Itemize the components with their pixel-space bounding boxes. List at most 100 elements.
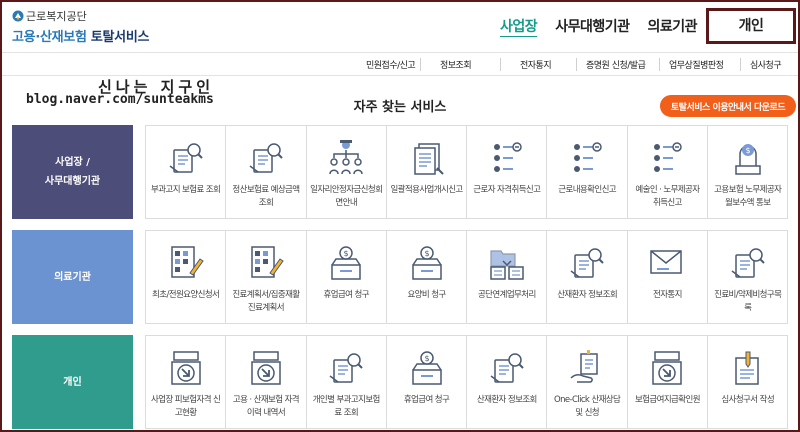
top-nav-personal[interactable]: 개인 <box>706 8 796 44</box>
service-tile-label: 산재환자 정보조회 <box>476 395 537 405</box>
svg-text:$: $ <box>745 146 750 155</box>
service-tile-label: 보험급여지급확인원 <box>634 395 701 405</box>
service-tile[interactable]: 부과고지 보험료 조회 <box>145 125 227 219</box>
service-tile[interactable]: $ 요양비 청구 <box>385 230 468 324</box>
document-search-icon <box>329 353 363 383</box>
service-tile-label: One-Click 산재상담 및 신청 <box>554 395 621 418</box>
category-personal: 개인 <box>12 335 133 429</box>
service-tile[interactable]: 일자리안정자금신청회면안내 <box>305 125 387 219</box>
document-search-icon <box>169 143 203 173</box>
service-tile-label: 부과고지 보험료 조회 <box>151 185 221 195</box>
watermark-url: blog.naver.com/sunteakms <box>26 92 214 107</box>
service-tile[interactable]: One-Click 산재상담 및 신청 <box>546 335 628 429</box>
service-tile[interactable]: 공단연계업무처리 <box>466 230 548 324</box>
money-box-icon: $ <box>331 246 361 280</box>
document-stack-icon <box>413 143 444 175</box>
service-tile-label: 진료계획서/집중재활진료계획서 <box>232 290 300 313</box>
subnav-divider <box>740 58 741 71</box>
service-tile[interactable]: $ 고용보험 노무제공자 월보수액 통보 <box>707 125 789 219</box>
subnav-review-claim[interactable]: 심사청구 <box>750 58 782 71</box>
service-row-medical: 의료기관 최초/전원요양신청서 진료계획서/집중재활진료계획서 $ 휴업급여 청구 $ 요… <box>12 230 798 324</box>
service-tile[interactable]: $ 휴업급여 청구 <box>305 230 387 324</box>
guide-download-button[interactable]: 토탈서비스 이용안내서 다운로드 <box>660 95 796 117</box>
hand-document-icon <box>570 350 598 383</box>
comwel-logo-icon <box>12 10 24 22</box>
service-tile-label: 최초/전원요양신청서 <box>152 290 220 300</box>
top-nav-agency[interactable]: 사무대행기관 <box>546 16 638 36</box>
service-grid: 부과고지 보험료 조회 정산보험료 예상금액 조회 일자리안정자금신청회면안내 일괄적… <box>145 125 789 219</box>
svg-text:$: $ <box>424 354 429 363</box>
service-tile[interactable]: 사업장 피보험자격 신고현황 <box>145 335 227 429</box>
org-name: 근로복지공단 <box>26 10 87 23</box>
service-tile[interactable]: 근로내용확인신고 <box>546 125 628 219</box>
lock-payment-icon: $ <box>734 144 761 175</box>
service-tile-label: 고용 · 산재보험 자격 이력 내역서 <box>232 395 300 418</box>
service-grid: 최초/전원요양신청서 진료계획서/집중재활진료계획서 $ 휴업급여 청구 $ 요양비 청구… <box>145 230 789 324</box>
service-row-personal: 개인 사업장 피보험자격 신고현황 고용 · 산재보험 자격 이력 내역서 개인별 … <box>12 335 798 429</box>
document-search-icon <box>490 353 524 383</box>
service-tile-label: 전자통지 <box>652 290 682 300</box>
service-grid: 사업장 피보험자격 신고현황 고용 · 산재보험 자격 이력 내역서 개인별 부과고… <box>145 335 789 429</box>
service-tile[interactable]: 근로자 자격취득신고 <box>466 125 548 219</box>
subnav-disease-judgment[interactable]: 업무상질병판정 <box>669 58 724 71</box>
tray-arrow-icon <box>170 351 201 385</box>
service-tile[interactable]: 개인별 부과고지보험료 조회 <box>305 335 387 429</box>
service-tile-label: 휴업급여 청구 <box>403 395 450 405</box>
top-nav-business[interactable]: 사업장 <box>491 16 546 36</box>
section-title: 자주 찾는 서비스 <box>353 100 447 115</box>
service-tile[interactable]: 보험급여지급확인원 <box>626 335 709 429</box>
top-nav-medical[interactable]: 의료기관 <box>638 16 706 36</box>
subnav-civil-petition[interactable]: 민원접수/신고 <box>366 58 416 71</box>
calendar-pen-icon <box>170 246 204 278</box>
subnav-info-lookup[interactable]: 정보조회 <box>440 58 472 71</box>
service-tile-label: 일괄적용사업개시신고 <box>390 185 463 195</box>
category-medical: 의료기관 <box>12 230 133 324</box>
mail-box-icon <box>650 250 683 274</box>
subnav-divider <box>659 58 660 71</box>
service-tile-label: 근로자 자격취득신고 <box>473 185 541 195</box>
service-tile-label: 고용보험 노무제공자 월보수액 통보 <box>714 185 782 208</box>
service-tile[interactable]: 심사청구서 작성 <box>707 335 789 429</box>
tray-arrow-icon <box>652 351 683 385</box>
user-list-icon <box>493 142 522 172</box>
service-tile[interactable]: 전자통지 <box>626 230 709 324</box>
svg-text:$: $ <box>424 249 429 258</box>
service-tile-label: 일자리안정자금신청회면안내 <box>310 185 383 208</box>
service-tile-label: 예술인 · 노무제공자 취득신고 <box>635 185 700 208</box>
subnav-e-notice[interactable]: 전자통지 <box>520 58 552 71</box>
calendar-pen-icon <box>251 246 284 278</box>
site-logo[interactable]: 근로복지공단 고용·산재보험 토탈서비스 <box>12 8 149 45</box>
service-tile-label: 진료비/약제비청구목록 <box>714 290 782 313</box>
people-network-icon <box>329 140 363 175</box>
service-tile[interactable]: 진료계획서/집중재활진료계획서 <box>225 230 307 324</box>
service-tile[interactable]: 정산보험료 예상금액 조회 <box>225 125 307 219</box>
service-row-business: 사업장 / 사무대행기관 부과고지 보험료 조회 정산보험료 예상금액 조회 일자리안… <box>12 125 798 219</box>
subnav-divider <box>500 58 501 71</box>
category-business: 사업장 / 사무대행기관 <box>12 125 133 219</box>
service-tile[interactable]: 진료비/약제비청구목록 <box>707 230 789 324</box>
service-tile[interactable]: 일괄적용사업개시신고 <box>385 125 468 219</box>
svg-text:$: $ <box>344 249 349 258</box>
service-tile[interactable]: 고용 · 산재보험 자격 이력 내역서 <box>225 335 307 429</box>
user-list-icon <box>574 142 602 172</box>
service-tile-label: 휴업급여 청구 <box>323 290 370 300</box>
pen-document-icon <box>734 351 759 385</box>
service-tile-label: 사업장 피보험자격 신고현황 <box>151 395 221 418</box>
subnav-divider <box>576 58 577 71</box>
service-tile-label: 요양비 청구 <box>407 290 446 300</box>
service-tile-label: 근로내용확인신고 <box>558 185 617 195</box>
sub-nav: 민원접수/신고 정보조회 전자통지 증명원 신청/발급 업무상질병판정 심사청구 <box>2 52 798 76</box>
service-tile[interactable]: 예술인 · 노무제공자 취득신고 <box>626 125 709 219</box>
service-title: 고용·산재보험 토탈서비스 <box>12 30 150 45</box>
service-tile[interactable]: 산재환자 정보조회 <box>546 230 628 324</box>
money-box-icon: $ <box>411 351 442 385</box>
folder-exchange-icon <box>490 250 524 280</box>
service-tile[interactable]: $ 휴업급여 청구 <box>385 335 468 429</box>
subnav-certificate[interactable]: 증명원 신청/발급 <box>586 58 646 71</box>
tray-arrow-icon <box>251 351 281 385</box>
service-tile[interactable]: 최초/전원요양신청서 <box>145 230 227 324</box>
service-tile-label: 심사청구서 작성 <box>721 395 775 405</box>
document-search-icon <box>249 143 283 173</box>
service-tile-label: 산재환자 정보조회 <box>557 290 618 300</box>
service-tile[interactable]: 산재환자 정보조회 <box>466 335 548 429</box>
